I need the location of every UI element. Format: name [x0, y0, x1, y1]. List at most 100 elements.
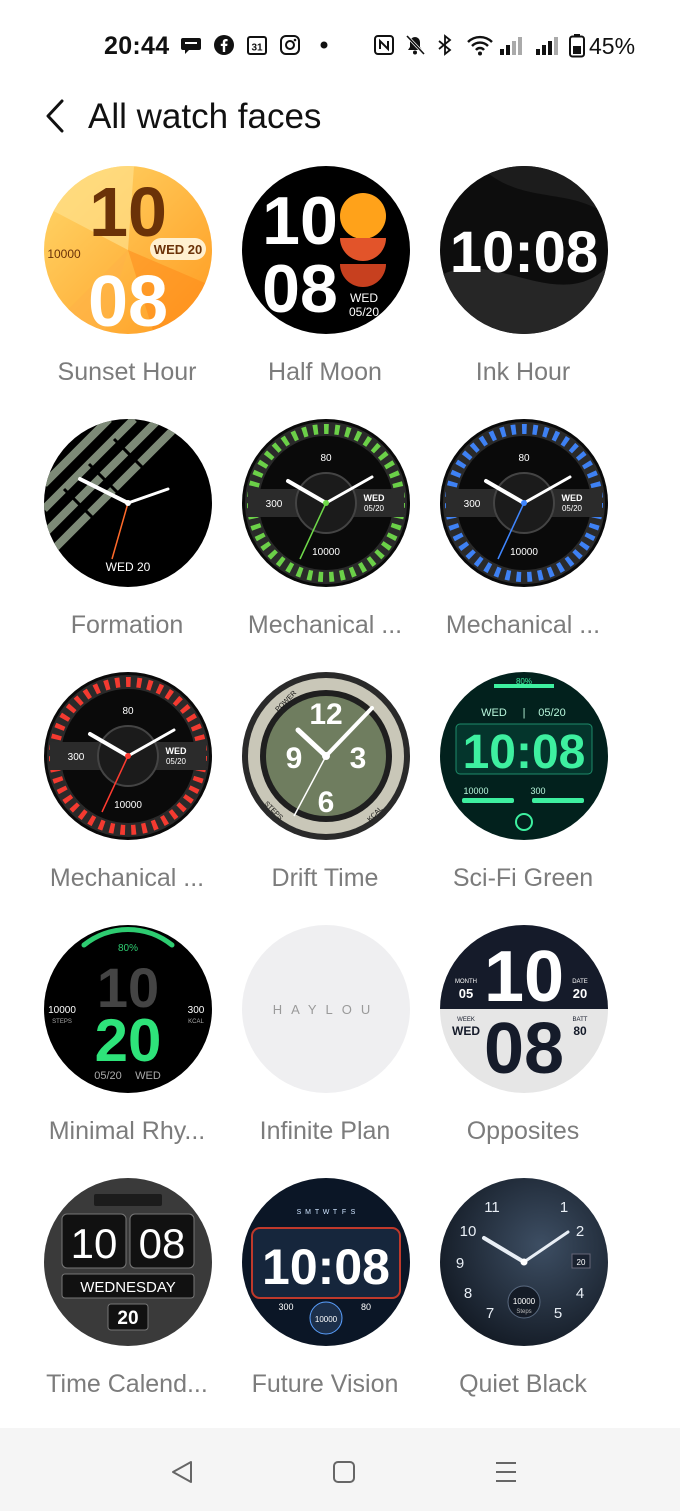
svg-text:300: 300: [68, 752, 85, 763]
watch-face-label: Sci-Fi Green: [452, 864, 594, 892]
watch-face-label: Infinite Plan: [259, 1117, 391, 1145]
svg-text:20: 20: [577, 1258, 586, 1267]
watch-face-card[interactable]: 80% WED | 05/20 10:08 10000 300 Sci-Fi G…: [424, 672, 622, 925]
svg-text:08: 08: [484, 1009, 564, 1089]
svg-text:Steps: Steps: [516, 1309, 531, 1315]
svg-text:3: 3: [350, 742, 367, 775]
nav-back-button[interactable]: [162, 1452, 202, 1492]
watch-face-card[interactable]: 80% 10 20 10000 STEPS 300 KCAL 05/20 WED…: [28, 925, 226, 1178]
back-button[interactable]: [36, 96, 76, 136]
svg-text:5: 5: [554, 1305, 562, 1322]
svg-text:05/20: 05/20: [538, 707, 566, 719]
svg-text:10000: 10000: [114, 800, 142, 811]
svg-text:10: 10: [262, 183, 338, 259]
svg-text:20: 20: [117, 1308, 138, 1329]
watch-face-preview: 10 08 WED 20 10000: [44, 166, 212, 334]
svg-text:08: 08: [88, 262, 168, 334]
instagram-icon: [279, 34, 301, 56]
svg-text:300: 300: [530, 786, 545, 796]
svg-text:31: 31: [251, 43, 263, 54]
svg-text:M: M: [305, 1209, 311, 1216]
svg-text:10000: 10000: [315, 1315, 338, 1324]
nav-home-button[interactable]: [324, 1452, 364, 1492]
watch-face-card[interactable]: 10 08 WED 20 10000 Sunset Hour: [28, 166, 226, 419]
svg-text:05/20: 05/20: [364, 504, 385, 513]
watch-face-label: Half Moon: [268, 358, 382, 386]
svg-text:WED: WED: [562, 493, 583, 503]
svg-text:7: 7: [486, 1305, 494, 1322]
watch-face-card[interactable]: 10 08 MONTH 05 DATE 20 WEEK WED BATT 80 …: [424, 925, 622, 1178]
svg-text:05/20: 05/20: [349, 305, 379, 319]
calendar-icon: 31: [246, 34, 268, 56]
watch-face-card[interactable]: 10:08 Ink Hour: [424, 166, 622, 419]
svg-text:10:08: 10:08: [450, 220, 598, 285]
svg-text:80%: 80%: [516, 677, 532, 686]
svg-text:1: 1: [560, 1199, 568, 1216]
nfc-icon: [373, 34, 395, 56]
bluetooth-icon: [434, 34, 456, 56]
watch-face-preview: 80 300 WED 05/20 10000: [440, 419, 608, 587]
svg-text:WEEK: WEEK: [457, 1017, 475, 1023]
watch-face-card[interactable]: 80 300 WED 05/20 10000 Mechanical ...: [424, 419, 622, 672]
wifi-icon: [466, 34, 494, 56]
svg-text:WED: WED: [135, 1070, 161, 1082]
svg-text:10000: 10000: [513, 1297, 536, 1306]
svg-text:10000: 10000: [510, 547, 538, 558]
status-time: 20:44: [104, 32, 170, 60]
svg-text:10: 10: [484, 937, 564, 1017]
svg-text:12: 12: [309, 698, 342, 731]
battery-icon: [568, 34, 586, 58]
svg-text:05/20: 05/20: [94, 1070, 122, 1082]
svg-text:S: S: [351, 1209, 356, 1216]
svg-text:BATT: BATT: [573, 1017, 588, 1023]
watch-face-label: Opposites: [466, 1117, 580, 1145]
svg-text:08: 08: [262, 251, 338, 327]
square-home-icon: [333, 1461, 355, 1483]
watch-face-label: Mechanical ...: [247, 611, 403, 639]
watch-face-card[interactable]: WED 20 Formation: [28, 419, 226, 672]
watch-face-card[interactable]: 12 9 3 6 POWER STEPS KCAL Drift Time: [226, 672, 424, 925]
svg-text:80%: 80%: [118, 943, 138, 954]
triangle-back-icon: [172, 1461, 192, 1483]
watch-face-card[interactable]: 80 300 WED 05/20 10000 Mechanical ...: [226, 419, 424, 672]
watch-face-card[interactable]: 10 08 WED 05/20 Half Moon: [226, 166, 424, 419]
svg-text:WED: WED: [166, 746, 187, 756]
svg-text:10: 10: [71, 1220, 118, 1267]
watch-face-label: Drift Time: [271, 864, 379, 892]
svg-text:10: 10: [89, 173, 167, 251]
watch-face-card[interactable]: S M T W T F S 10:08 300 80 10000 Future …: [226, 1178, 424, 1431]
svg-text:KCAL: KCAL: [188, 1019, 204, 1025]
dot-icon: [313, 34, 335, 56]
messages-icon: [180, 34, 202, 56]
svg-text:05/20: 05/20: [562, 504, 583, 513]
watch-face-preview: 80% WED | 05/20 10:08 10000 300: [440, 672, 608, 840]
svg-text:80: 80: [361, 1302, 371, 1312]
svg-text:S: S: [297, 1209, 302, 1216]
signal-icon: [534, 34, 562, 56]
svg-text:4: 4: [576, 1285, 584, 1302]
svg-text:9: 9: [456, 1255, 464, 1272]
svg-text:T: T: [333, 1209, 338, 1216]
watch-face-card[interactable]: 80 300 WED 05/20 10000 Mechanical ...: [28, 672, 226, 925]
watch-face-label: Formation: [70, 611, 184, 639]
watch-face-label: Future Vision: [251, 1370, 399, 1398]
svg-text:9: 9: [286, 742, 303, 775]
svg-text:2: 2: [576, 1223, 584, 1240]
mute-icon: [404, 34, 426, 56]
watch-face-preview: 80 300 WED 05/20 10000: [44, 672, 212, 840]
watch-face-card[interactable]: HAYLOU Infinite Plan: [226, 925, 424, 1178]
svg-text:HAYLOU: HAYLOU: [273, 1002, 380, 1017]
svg-text:20: 20: [573, 986, 587, 1001]
svg-text:10:08: 10:08: [463, 726, 586, 779]
svg-text:10000: 10000: [48, 1005, 76, 1016]
watch-face-preview: 10 08 WED 05/20: [242, 166, 410, 334]
watch-face-card[interactable]: 10 08 WEDNESDAY 20 Time Calend...: [28, 1178, 226, 1431]
svg-text:08: 08: [139, 1220, 186, 1267]
watch-face-label: Time Calend...: [46, 1370, 208, 1398]
svg-text:6: 6: [318, 786, 335, 819]
nav-menu-button[interactable]: [486, 1452, 526, 1492]
svg-text:80: 80: [573, 1024, 587, 1038]
svg-text:80: 80: [122, 706, 134, 717]
svg-text:F: F: [342, 1209, 346, 1216]
watch-face-card[interactable]: 11 10 9 8 7 1 2 4 5 20 10000 Steps Quiet…: [424, 1178, 622, 1431]
